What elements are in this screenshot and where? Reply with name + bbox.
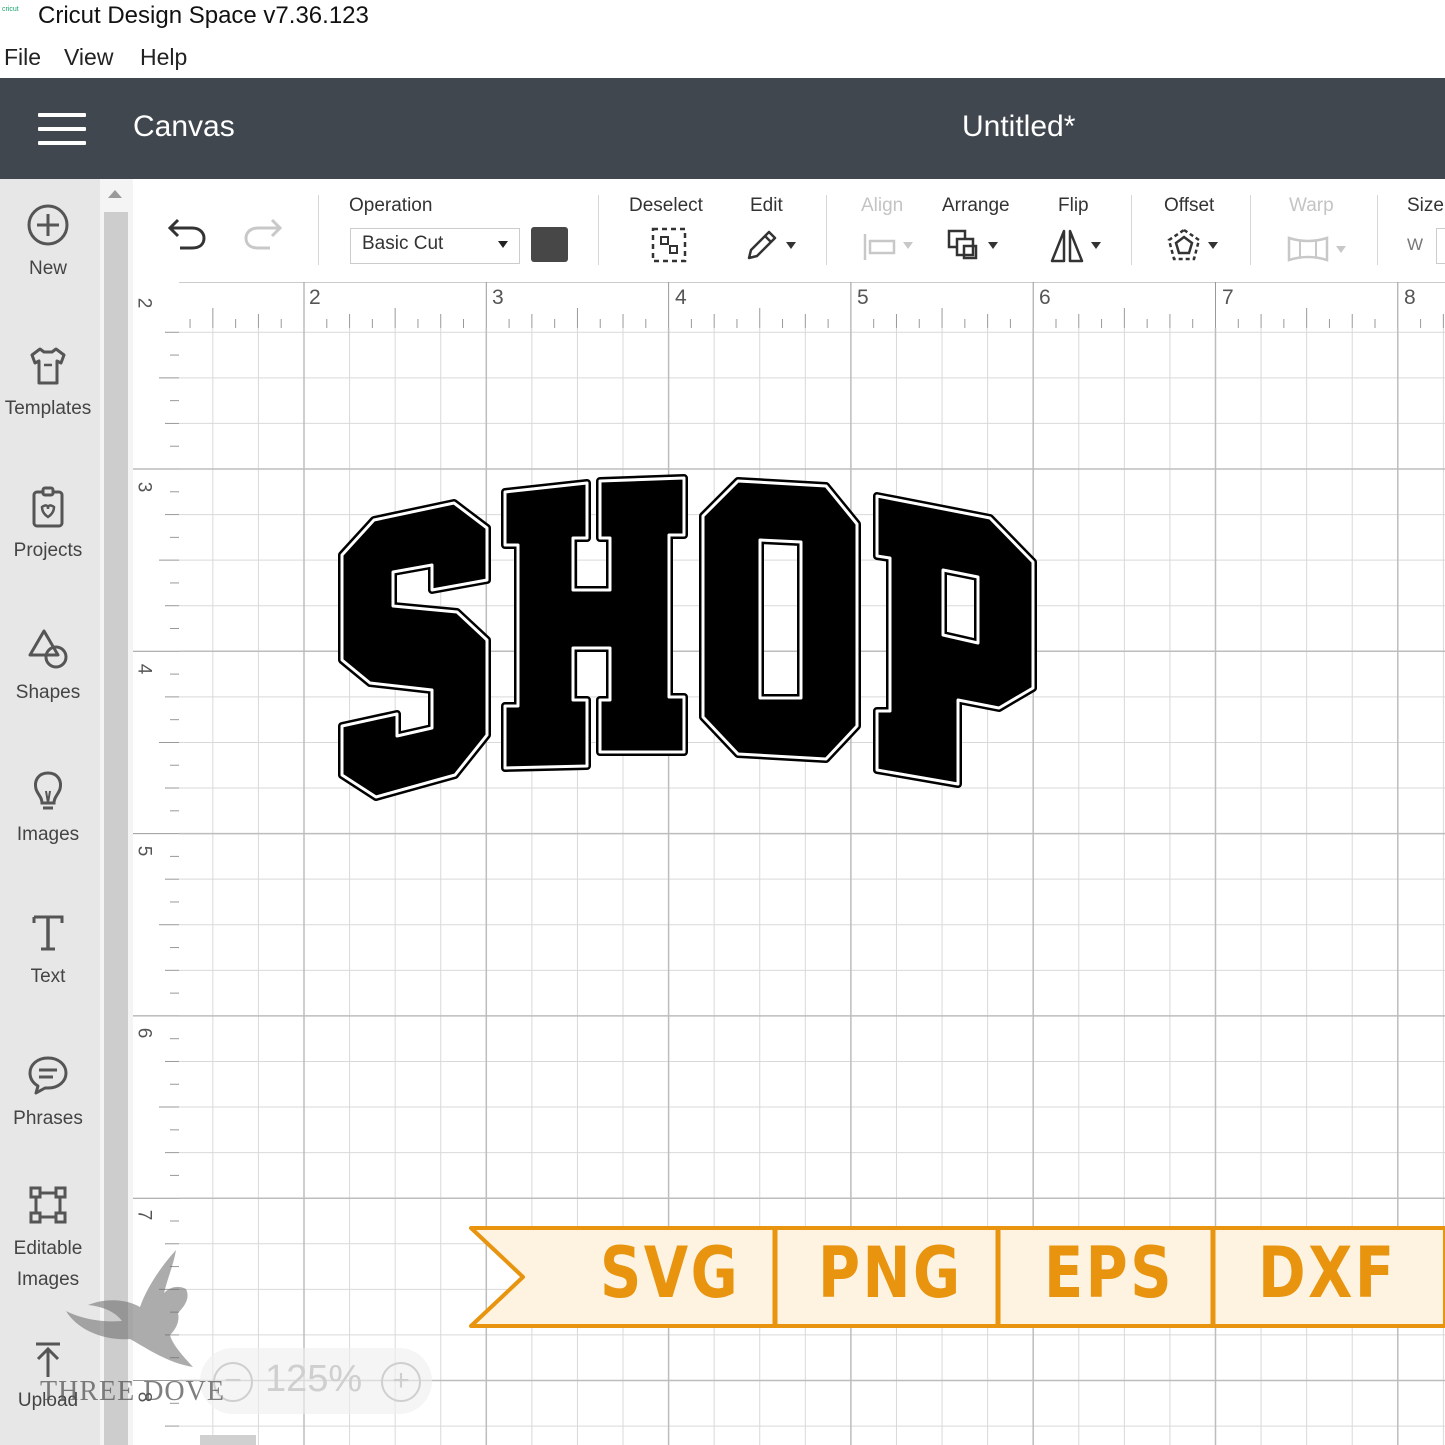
ruler-left-label: 5 (133, 845, 155, 857)
warp-label: Warp (1289, 195, 1334, 216)
size-width-label: W (1407, 235, 1424, 254)
operation-label: Operation (349, 195, 433, 216)
offset-label: Offset (1164, 195, 1215, 216)
sidebar-item-projects[interactable]: Projects (0, 485, 96, 566)
toolbar-divider (826, 195, 827, 265)
speech-bubble-icon (28, 1056, 68, 1095)
format-eps: EPS (1044, 1232, 1175, 1314)
sidebar-item-phrases[interactable]: Phrases (0, 1053, 96, 1134)
toolbar-divider (318, 195, 319, 265)
menu-file[interactable]: File (4, 44, 41, 71)
sidebar-item-shapes[interactable]: Shapes (0, 627, 96, 708)
chevron-down-icon[interactable] (1091, 242, 1101, 249)
chevron-down-icon[interactable] (1208, 242, 1218, 249)
project-icon (32, 486, 64, 528)
format-dxf: DXF (1258, 1232, 1397, 1314)
redo-icon[interactable] (242, 216, 284, 252)
zoom-level: 125% (265, 1358, 363, 1400)
toolbar-divider (1131, 195, 1132, 265)
offset-icon[interactable] (1164, 226, 1204, 266)
sidebar-item-new[interactable]: New (0, 203, 96, 284)
lightbulb-icon (34, 771, 62, 810)
editable-image-icon (29, 1186, 67, 1224)
sidebar-label: Phrases (13, 1108, 83, 1129)
flip-label: Flip (1058, 195, 1089, 216)
menu-bar: File View Help (0, 40, 1445, 76)
sidebar-item-text[interactable]: Text (0, 911, 96, 992)
align-icon[interactable] (862, 232, 898, 262)
chevron-down-icon (498, 241, 508, 248)
ruler-top-label: 8 (1404, 286, 1416, 309)
ruler-top-label: 4 (675, 286, 687, 309)
ruler-left-label: 3 (133, 481, 155, 493)
pencil-icon[interactable] (743, 226, 779, 264)
sidebar-label: Shapes (15, 682, 81, 703)
size-label: Size (1407, 195, 1444, 216)
align-label: Align (861, 195, 904, 216)
ruler-left-label: 4 (133, 663, 155, 675)
window-title: Cricut Design Space v7.36.123 (38, 2, 369, 29)
flip-icon[interactable] (1049, 227, 1085, 265)
dove-watermark-icon (66, 1250, 193, 1367)
deselect-label: Deselect (629, 195, 703, 216)
chevron-down-icon[interactable] (988, 242, 998, 249)
chevron-down-icon[interactable] (786, 242, 796, 249)
shapes-icon (28, 629, 68, 669)
sidebar-label: Templates (4, 398, 92, 419)
ruler-top-label: 2 (309, 286, 321, 309)
sidebar-label: Projects (13, 540, 83, 561)
hamburger-menu-icon[interactable] (38, 113, 86, 147)
deselect-icon[interactable] (650, 226, 688, 264)
zoom-in-button[interactable]: + (381, 1362, 421, 1402)
horizontal-scroll-thumb[interactable] (200, 1435, 256, 1445)
app-logo: cricut (2, 6, 19, 13)
toolbar-divider (1250, 195, 1251, 265)
watermark-text: THREE DOVE (40, 1376, 225, 1407)
chevron-down-icon[interactable] (1336, 246, 1346, 253)
sidebar-label: Images (16, 824, 80, 845)
ruler-left-label: 7 (133, 1209, 155, 1221)
ruler-top-label: 5 (857, 286, 869, 309)
ruler-left-label: 2 (133, 297, 155, 309)
arrange-label: Arrange (942, 195, 1010, 216)
edit-label: Edit (750, 195, 783, 216)
sidebar-label: New (28, 258, 67, 279)
sidebar-item-templates[interactable]: Templates (0, 343, 96, 424)
operation-color-swatch[interactable] (531, 227, 568, 262)
toolbar-divider (598, 195, 599, 265)
shop-design[interactable] (330, 460, 1050, 820)
plus-circle-icon (27, 204, 69, 246)
format-svg: SVG (600, 1232, 741, 1314)
section-title: Canvas (133, 110, 235, 143)
size-width-input[interactable] (1436, 228, 1445, 264)
tshirt-icon (30, 347, 66, 385)
menu-view[interactable]: View (64, 44, 113, 71)
sidebar-item-images[interactable]: Images (0, 769, 96, 850)
warp-icon[interactable] (1286, 234, 1330, 264)
arrange-icon[interactable] (946, 228, 982, 264)
ruler-top-label: 7 (1222, 286, 1234, 309)
operation-value: Basic Cut (362, 233, 444, 254)
edit-toolbar (133, 179, 1445, 282)
toolbar-divider (1377, 195, 1378, 265)
undo-icon[interactable] (166, 216, 208, 252)
scroll-up-arrow-icon[interactable] (108, 190, 122, 198)
format-png: PNG (818, 1232, 963, 1314)
sidebar-label: Text (30, 966, 66, 987)
ruler-left-label: 6 (133, 1027, 155, 1039)
document-title[interactable]: Untitled* (962, 110, 1075, 144)
ruler-top-label: 6 (1039, 286, 1051, 309)
chevron-down-icon[interactable] (903, 242, 913, 249)
text-icon (32, 915, 64, 951)
menu-help[interactable]: Help (140, 44, 187, 71)
ruler-top-label: 3 (492, 286, 504, 309)
